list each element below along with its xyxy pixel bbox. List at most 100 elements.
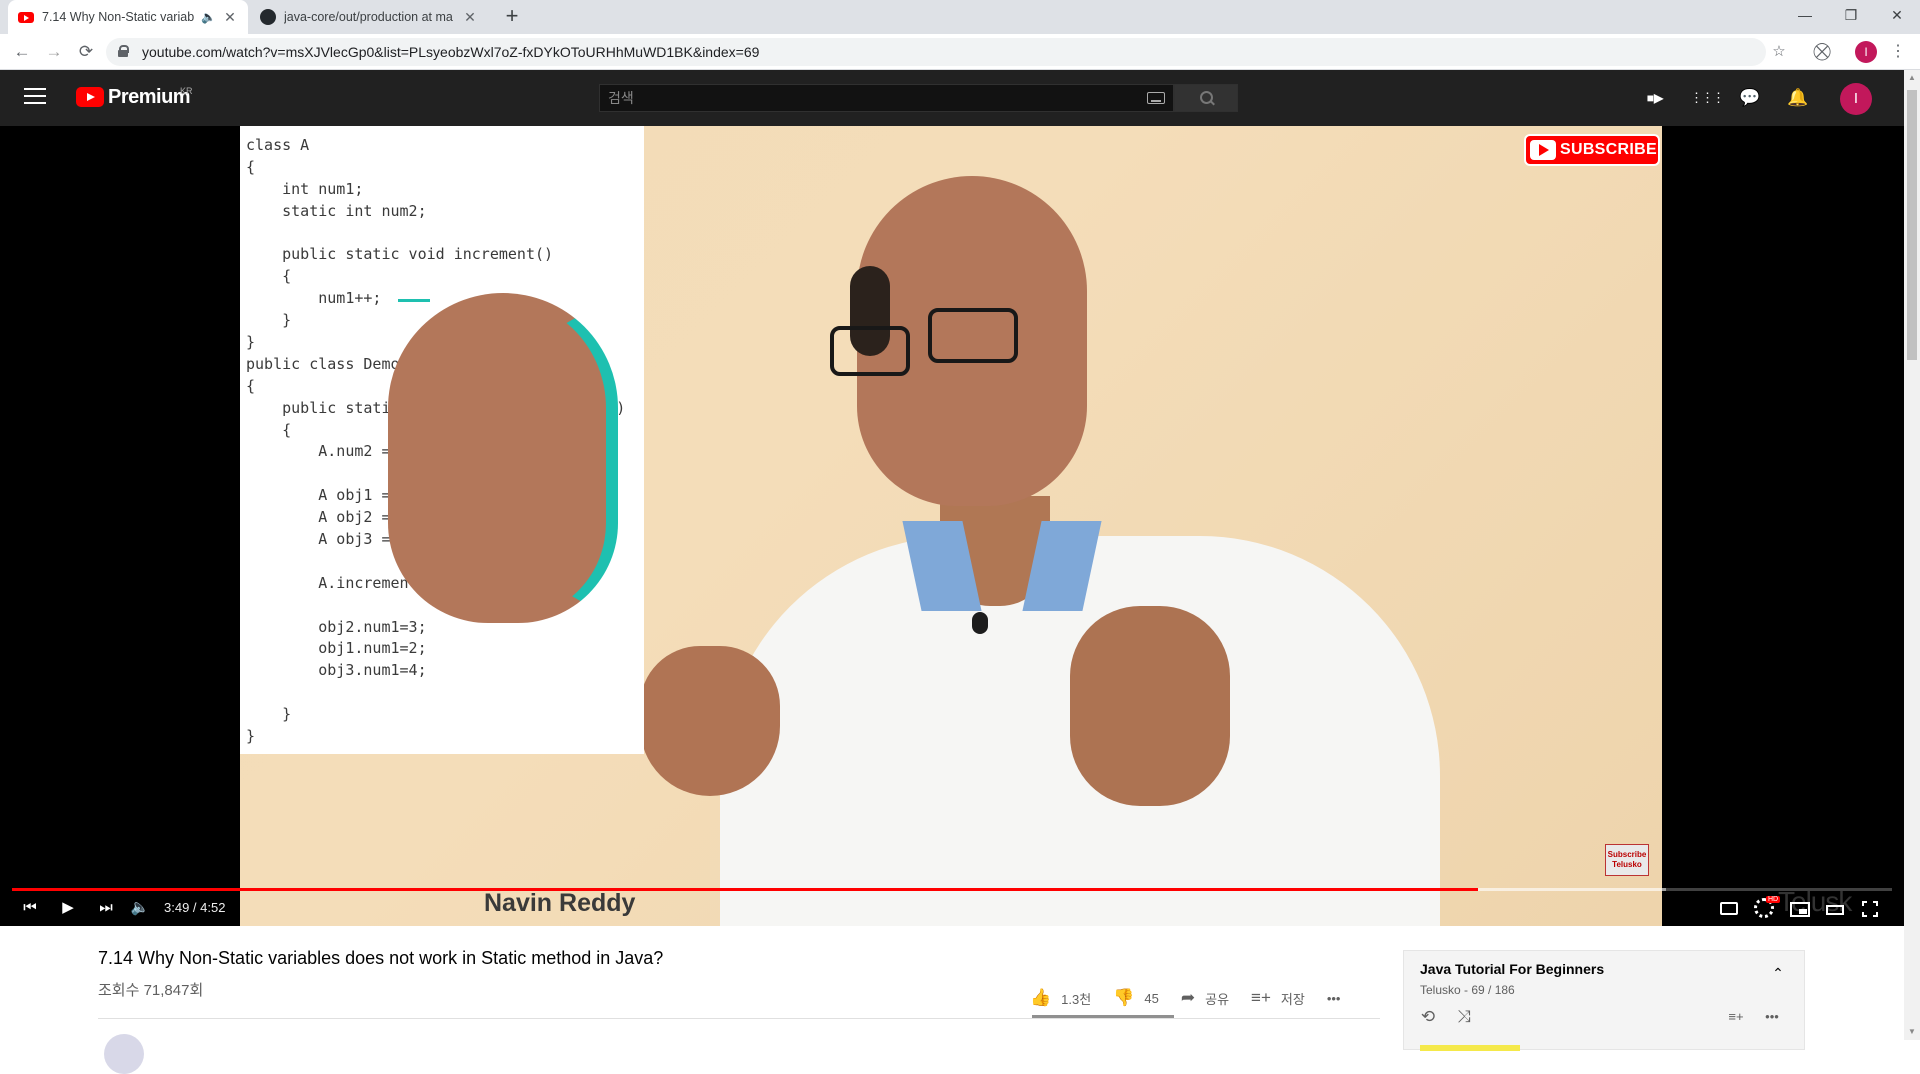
volume-icon[interactable]: 🔈 [128, 896, 152, 920]
dislike-button[interactable]: 👎 45 [1113, 988, 1159, 1008]
miniplayer-icon[interactable] [1790, 902, 1810, 917]
keyboard-icon[interactable] [1147, 92, 1165, 104]
messages-icon[interactable]: 💬 [1738, 86, 1762, 110]
search-input[interactable] [600, 85, 1140, 111]
code-line: { [246, 267, 292, 286]
restore-button[interactable]: ❐ [1828, 0, 1874, 30]
code-line: static int num2; [246, 201, 427, 220]
play-icon [1530, 140, 1556, 160]
youtube-logo-icon[interactable] [76, 87, 104, 107]
fullscreen-icon[interactable] [1862, 901, 1878, 917]
code-line: } [246, 727, 256, 746]
share-button[interactable]: ➦ 공유 [1181, 988, 1229, 1008]
thumbs-up-icon: 👍 [1030, 988, 1052, 1007]
channel-watermark[interactable]: Subscribe Telusko [1605, 844, 1649, 876]
theater-mode-icon[interactable] [1826, 905, 1844, 915]
minimize-button[interactable]: — [1782, 0, 1828, 30]
lock-icon[interactable] [118, 45, 129, 57]
address-bar[interactable]: youtube.com/watch?v=msXJVlecGp0&list=PLs… [106, 38, 1786, 66]
search-box [599, 84, 1174, 112]
previous-icon[interactable]: ⏮ [18, 896, 42, 920]
more-actions-button[interactable]: ••• [1327, 991, 1341, 1006]
play-button[interactable]: ▶ [56, 896, 80, 920]
code-line: obj2.num1=3; [246, 617, 427, 636]
notifications-bell-icon[interactable]: 🔔 [1786, 86, 1810, 110]
hd-badge: HD [1766, 896, 1781, 903]
collapse-chevron-icon[interactable]: ⌃ [1766, 961, 1790, 985]
loop-icon[interactable]: ⟲ [1416, 1005, 1440, 1029]
user-avatar[interactable]: I [1840, 83, 1872, 115]
code-line: num1++; [246, 289, 382, 308]
region-code: KR [180, 86, 193, 96]
guide-menu-icon[interactable] [24, 88, 46, 106]
video-actions: 👍 1.3천 👎 45 ➦ 공유 ≡+ 저장 ••• [1030, 980, 1362, 1016]
next-icon[interactable]: ⏭ [94, 896, 118, 920]
code-line: obj3.num1=4; [246, 661, 427, 680]
like-button[interactable]: 👍 1.3천 [1030, 988, 1091, 1008]
code-line: int num1; [246, 179, 364, 198]
forward-button[interactable]: → [42, 40, 66, 64]
code-line: { [246, 157, 256, 176]
code-line: obj1.num1=2; [246, 639, 427, 658]
browser-toolbar: ← → ⟳ youtube.com/watch?v=msXJVlecGp0&li… [0, 34, 1920, 70]
window-close-button[interactable]: ✕ [1874, 0, 1920, 30]
code-line: } [246, 705, 292, 724]
playlist-more-icon[interactable]: ••• [1760, 1005, 1784, 1029]
bookmark-star-icon[interactable]: ☆ [1768, 41, 1790, 63]
code-panel: class A { int num1; static int num2; publ… [240, 126, 644, 754]
subscribe-badge-label: SUBSCRIBE [1560, 141, 1657, 158]
tab-close-icon[interactable]: ✕ [222, 9, 238, 26]
time-display: 3:49 / 4:52 [164, 900, 226, 915]
youtube-masthead: Premium KR ■▶ ⋮⋮⋮ 💬 🔔 I [0, 70, 1904, 126]
playlist-subtitle: Telusko - 69 / 186 [1420, 983, 1515, 997]
subscribe-badge: SUBSCRIBE [1524, 134, 1660, 166]
scroll-thumb[interactable] [1907, 90, 1917, 360]
browser-tab-strip: 7.14 Why Non-Static variab 🔈 ✕ java-core… [0, 0, 1920, 34]
scroll-up-icon[interactable]: ▲ [1904, 70, 1920, 86]
github-favicon-icon [260, 9, 276, 25]
apps-grid-icon[interactable]: ⋮⋮⋮ [1690, 86, 1725, 110]
chrome-menu-icon[interactable]: ⋮ [1888, 40, 1908, 64]
playlist-item-thumbnail[interactable] [1420, 1045, 1520, 1051]
arrow-left-icon [388, 293, 618, 623]
reload-button[interactable]: ⟳ [74, 40, 98, 64]
audio-playing-icon[interactable]: 🔈 [201, 10, 216, 24]
save-label: 저장 [1280, 991, 1305, 1007]
progress-bar[interactable] [12, 888, 1892, 891]
shuffle-icon[interactable]: ⤨ [1452, 1005, 1476, 1029]
youtube-premium-logo[interactable]: Premium [108, 86, 191, 109]
more-icon: ••• [1326, 990, 1341, 1006]
scroll-down-icon[interactable]: ▼ [1904, 1024, 1920, 1040]
create-video-icon[interactable]: ■▶ [1643, 86, 1667, 110]
view-count: 조회수 71,847회 [98, 982, 204, 999]
back-button[interactable]: ← [10, 40, 34, 64]
share-label: 공유 [1205, 991, 1230, 1007]
like-count: 1.3천 [1061, 991, 1092, 1007]
add-to-playlist-icon: ≡+ [1251, 988, 1271, 1007]
share-icon: ➦ [1180, 988, 1196, 1007]
video-player[interactable]: class A { int num1; static int num2; publ… [0, 126, 1904, 926]
video-frame[interactable]: class A { int num1; static int num2; publ… [240, 126, 1852, 926]
extension-icon[interactable]: ⛒ [1810, 40, 1834, 64]
divider [98, 1018, 1380, 1019]
code-line: public static void increment() [246, 245, 554, 264]
presenter-name: Navin Reddy [484, 889, 636, 917]
save-button[interactable]: ≡+ 저장 [1251, 988, 1305, 1008]
search-button[interactable] [1174, 84, 1238, 112]
tab-youtube[interactable]: 7.14 Why Non-Static variab 🔈 ✕ [8, 0, 248, 34]
chrome-profile-avatar[interactable]: I [1855, 41, 1877, 63]
new-tab-button[interactable]: + [500, 5, 524, 29]
url-text[interactable]: youtube.com/watch?v=msXJVlecGp0&list=PLs… [142, 44, 759, 60]
channel-avatar[interactable] [104, 1034, 144, 1074]
tab-title: java-core/out/production at ma [284, 10, 453, 24]
tab-github[interactable]: java-core/out/production at ma ✕ [250, 0, 488, 34]
dislike-count: 45 [1144, 990, 1159, 1006]
playlist-title[interactable]: Java Tutorial For Beginners [1420, 961, 1604, 977]
subtitles-icon[interactable] [1720, 902, 1738, 915]
add-to-queue-icon[interactable]: ≡+ [1724, 1005, 1748, 1029]
tab-close-icon[interactable]: ✕ [462, 9, 478, 26]
page-scrollbar[interactable]: ▲ ▼ [1904, 70, 1920, 1040]
video-title: 7.14 Why Non-Static variables does not w… [98, 948, 664, 968]
